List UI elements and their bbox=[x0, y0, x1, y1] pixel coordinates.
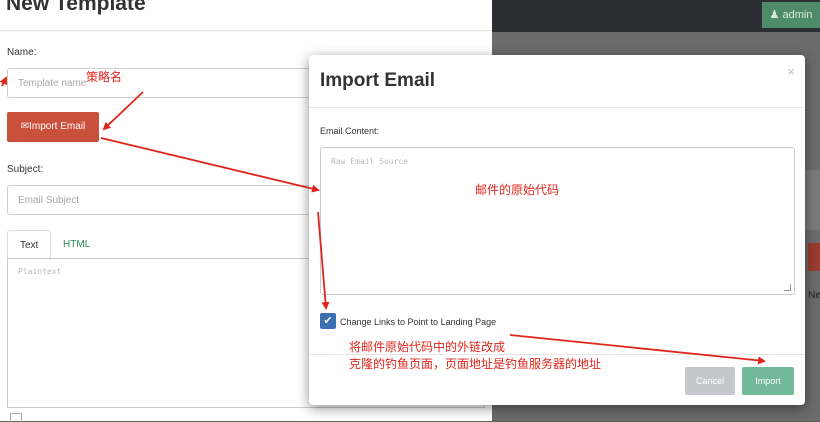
arrow-to-name-input bbox=[0, 76, 7, 87]
arrow-to-email-content bbox=[100, 137, 320, 193]
arrow-to-import-button bbox=[509, 334, 766, 365]
arrow-to-change-links-checkbox bbox=[317, 211, 330, 310]
annotation-arrows bbox=[0, 76, 766, 365]
arrow-to-import-email-button bbox=[102, 91, 144, 131]
